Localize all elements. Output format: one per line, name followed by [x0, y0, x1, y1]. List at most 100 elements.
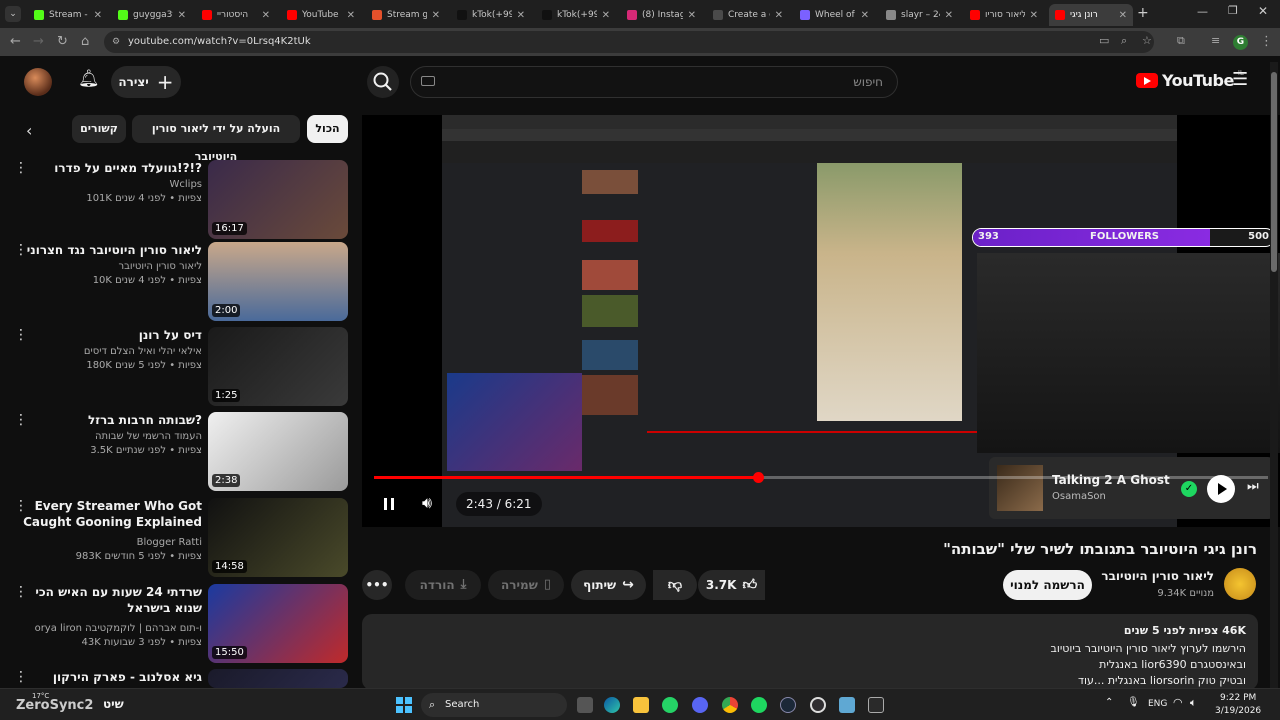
keyboard-icon[interactable]: [421, 76, 435, 86]
search-button[interactable]: [367, 66, 399, 98]
site-info-icon[interactable]: ⚙: [112, 31, 120, 53]
tab-search-icon[interactable]: ⌄: [5, 6, 21, 22]
recommendation-title[interactable]: שרדתי 24 שעות עם האיש הכי שנוא בישראל: [12, 584, 202, 616]
guide-menu-icon[interactable]: ☰: [1232, 69, 1248, 90]
page-scrollbar[interactable]: [1270, 62, 1278, 688]
more-vertical-icon[interactable]: ⋮: [14, 584, 28, 600]
language-indicator[interactable]: ENG: [1148, 699, 1167, 709]
clock-date[interactable]: 3/19/2026: [1215, 706, 1261, 716]
widget-next-icon[interactable]: ⏭: [1247, 479, 1259, 494]
volume-button[interactable]: 🔊︎: [422, 493, 432, 513]
wifi-icon[interactable]: ◠: [1173, 696, 1183, 709]
url-field[interactable]: ⚙ youtube.com/watch?v=0Lrsq4K2tUk: [104, 31, 1154, 53]
recommendation-title[interactable]: גוועלד מאיים על פדרו!?!?: [12, 160, 202, 176]
video-progress-track[interactable]: [374, 472, 1268, 483]
save-button[interactable]: שמירה ▯: [488, 570, 564, 600]
tab-close-icon[interactable]: ✕: [517, 10, 525, 21]
create-button[interactable]: יצירה +: [111, 66, 181, 98]
share-button[interactable]: שיתוף ↪: [571, 570, 646, 600]
install-icon[interactable]: ▭: [1099, 34, 1109, 47]
tab-close-icon[interactable]: ✕: [861, 10, 869, 21]
channel-avatar[interactable]: [1224, 568, 1256, 600]
clock-time[interactable]: 9:22 PM: [1220, 693, 1256, 703]
bookmark-star-icon[interactable]: ☆: [1142, 34, 1152, 47]
like-button[interactable]: 3.7K 👍︎: [698, 570, 765, 600]
close-window-icon[interactable]: ✕: [1258, 4, 1268, 18]
browser-tab[interactable]: kTok(+99) ✕: [451, 4, 531, 26]
edge-icon[interactable]: [604, 697, 620, 713]
chips-prev-icon[interactable]: ‹: [26, 121, 32, 140]
tab-close-icon[interactable]: ✕: [178, 10, 186, 21]
video-thumbnail[interactable]: 16:17: [208, 160, 348, 239]
obs-icon[interactable]: [810, 697, 826, 713]
browser-tab[interactable]: slayr – 24/ ✕: [880, 4, 959, 26]
windows-start-icon[interactable]: [396, 697, 412, 713]
chip-related[interactable]: קשורים: [72, 115, 126, 143]
mic-icon[interactable]: 🎙︎: [1127, 697, 1140, 708]
steam-icon[interactable]: [780, 697, 796, 713]
video-thumbnail[interactable]: 2:38: [208, 412, 348, 491]
account-avatar[interactable]: [24, 68, 52, 96]
video-thumbnail[interactable]: 1:25: [208, 327, 348, 406]
recommendation-title[interactable]: ליאור סורין היוטיובר נגד חצרוני: [12, 242, 202, 258]
recommendation-channel[interactable]: orya liron ו-תום אברהם | לוקמקטיבה: [35, 622, 202, 636]
more-vertical-icon[interactable]: ⋮: [14, 498, 28, 514]
dislike-button[interactable]: 👎︎: [653, 570, 697, 600]
video-thumbnail[interactable]: 15:50: [208, 584, 348, 663]
zoom-icon[interactable]: ⌕: [1121, 34, 1127, 48]
chip-by-uploader[interactable]: הועלה על ידי ליאור סורין היוטיובר: [132, 115, 300, 163]
video-thumbnail[interactable]: 2:00: [208, 242, 348, 321]
video-thumbnail[interactable]: [208, 669, 348, 688]
recommendation-channel[interactable]: Blogger Ratti: [137, 536, 202, 550]
speaker-icon[interactable]: 🔈︎: [1190, 696, 1197, 710]
restore-icon[interactable]: ❐: [1228, 4, 1238, 17]
recommendation-channel[interactable]: העמוד הרשמי של שבותה: [95, 430, 202, 444]
youtube-logo[interactable]: YouTube IL: [1136, 69, 1244, 90]
widget-play-icon[interactable]: [1207, 475, 1235, 503]
browser-tab[interactable]: Stream - K ✕: [28, 4, 108, 26]
browser-tab[interactable]: guygga3y ✕: [112, 4, 192, 26]
tray-overflow-icon[interactable]: ⌃: [1105, 697, 1113, 708]
browser-tab[interactable]: YouTube ✕: [281, 4, 361, 26]
tab-close-icon[interactable]: ✕: [602, 10, 610, 21]
browser-tab[interactable]: (8) Instagr ✕: [621, 4, 702, 26]
new-tab-button[interactable]: +: [1137, 5, 1149, 21]
subscribe-button[interactable]: הרשמה למנוי: [1003, 570, 1092, 600]
more-vertical-icon[interactable]: ⋮: [14, 327, 28, 343]
browser-tab[interactable]: ליאור סוריו ✕: [964, 4, 1044, 26]
browser-tab[interactable]: Create a c ✕: [707, 4, 789, 26]
discord-icon[interactable]: [692, 697, 708, 713]
task-view-icon[interactable]: [577, 697, 593, 713]
recommendation-channel[interactable]: Wclips: [170, 178, 203, 192]
recommendation-title[interactable]: שבותה חרבות ברזל?: [12, 412, 202, 428]
recommendation-title[interactable]: גיא אסלנוב - פארק הירקון: [12, 669, 202, 685]
more-vertical-icon[interactable]: ⋮: [14, 412, 28, 428]
spotify-icon[interactable]: [751, 697, 767, 713]
more-vertical-icon[interactable]: ⋮: [14, 160, 28, 176]
minimize-icon[interactable]: —: [1197, 5, 1208, 18]
more-vertical-icon[interactable]: ⋮: [14, 242, 28, 258]
back-icon[interactable]: ←: [10, 34, 21, 49]
tab-close-icon[interactable]: ✕: [775, 10, 783, 21]
tab-close-icon[interactable]: ✕: [262, 10, 270, 21]
tab-close-icon[interactable]: ✕: [432, 10, 440, 21]
chip-all[interactable]: הכול: [307, 115, 348, 143]
browser-tab[interactable]: רונן גיגי ✕: [1049, 4, 1133, 26]
video-player[interactable]: 393 FOLLOWERS 500 Talking 2 A Ghost Osam…: [362, 115, 1280, 527]
liked-check-icon[interactable]: ✓: [1181, 481, 1197, 497]
reload-icon[interactable]: ↻: [57, 34, 68, 49]
browser-tab[interactable]: kTok(+99) ✕: [536, 4, 616, 26]
taskbar-search[interactable]: ⌕ Search: [421, 693, 567, 717]
tab-close-icon[interactable]: ✕: [94, 10, 102, 21]
tab-close-icon[interactable]: ✕: [347, 10, 355, 21]
tab-close-icon[interactable]: ✕: [945, 10, 953, 21]
pause-button[interactable]: [382, 496, 396, 512]
tab-close-icon[interactable]: ✕: [1119, 10, 1127, 21]
tab-close-icon[interactable]: ✕: [688, 10, 696, 21]
notepad-icon[interactable]: [839, 697, 855, 713]
epic-games-icon[interactable]: [868, 697, 884, 713]
browser-menu-icon[interactable]: ⋮: [1260, 34, 1273, 49]
profile-avatar[interactable]: G: [1233, 35, 1248, 50]
reading-list-icon[interactable]: ≡: [1211, 34, 1220, 47]
video-thumbnail[interactable]: 14:58: [208, 498, 348, 577]
